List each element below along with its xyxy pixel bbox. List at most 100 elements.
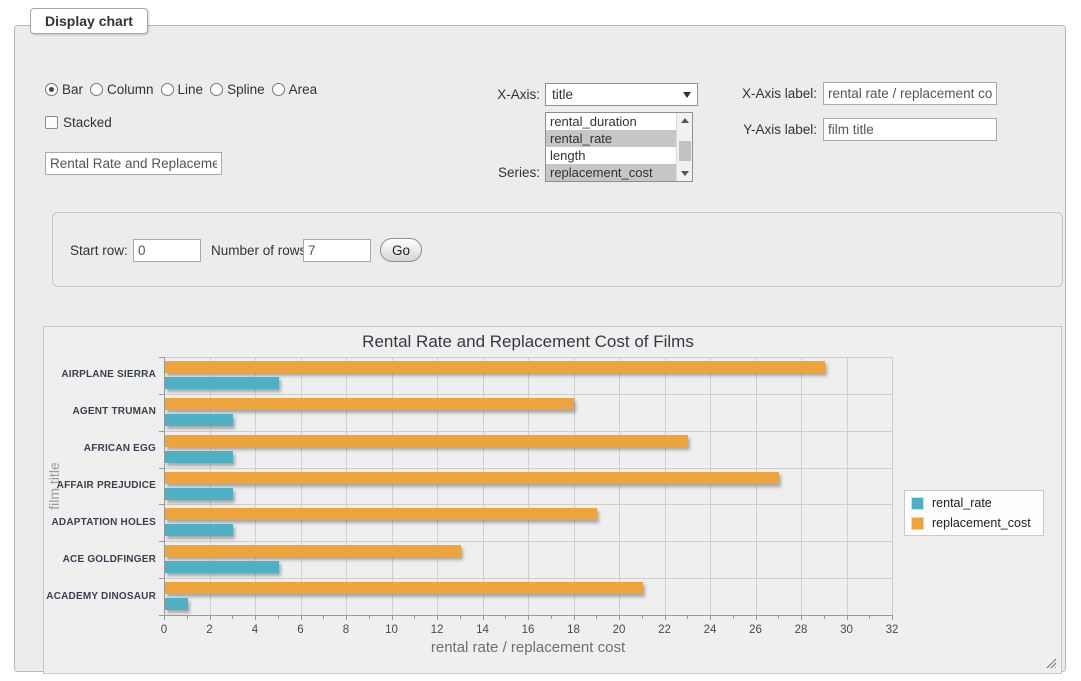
legend-label-rental-rate: rental_rate (932, 496, 992, 510)
bar-replacement-cost (165, 508, 597, 520)
category-label: AFRICAN EGG (44, 443, 156, 454)
gridline-vertical (210, 357, 211, 615)
bar-replacement-cost (165, 545, 461, 557)
x-axis-tick-label: 2 (195, 624, 225, 636)
series-listbox[interactable]: rental_durationrental_ratelengthreplacem… (545, 112, 693, 182)
x-axis-tick-label: 18 (559, 624, 589, 636)
legend-swatch-replacement-cost (911, 517, 924, 530)
stacked-checkbox[interactable] (45, 116, 58, 129)
chart-title: Rental Rate and Replacement Cost of Film… (164, 332, 892, 352)
y-axis-label-input[interactable] (823, 118, 997, 141)
legend-item-replacement-cost[interactable]: replacement_cost (911, 516, 1031, 530)
listbox-scrollbar[interactable] (676, 113, 692, 181)
chart-legend: rental_rate replacement_cost (904, 490, 1044, 536)
gridline-vertical (619, 357, 620, 615)
x-axis-tick-label: 30 (832, 624, 862, 636)
gridline-vertical (892, 357, 893, 615)
chevron-down-icon (683, 92, 691, 98)
x-axis-tick-label: 24 (695, 624, 725, 636)
x-axis-tick-label: 20 (604, 624, 634, 636)
stacked-row: Stacked (45, 115, 112, 130)
bar-replacement-cost (165, 582, 643, 594)
series-listbox-options: rental_durationrental_ratelengthreplacem… (546, 113, 676, 181)
number-of-rows-input[interactable] (303, 239, 371, 262)
rows-panel (52, 212, 1063, 287)
x-axis-selected-value: title (552, 87, 683, 102)
x-axis-label-label: X-Axis label: (725, 86, 817, 101)
x-axis-tick-label: 4 (240, 624, 270, 636)
chart-type-option-spline: Spline (210, 82, 265, 97)
gridline-vertical (392, 357, 393, 615)
series-option-replacement-cost[interactable]: replacement_cost (546, 164, 676, 181)
gridline-vertical (483, 357, 484, 615)
x-axis-tick-label: 26 (741, 624, 771, 636)
x-axis-tick-label: 14 (468, 624, 498, 636)
x-axis-line (164, 615, 892, 616)
series-option-rental-rate[interactable]: rental_rate (546, 130, 676, 147)
legend-swatch-rental-rate (911, 497, 924, 510)
legend-item-rental-rate[interactable]: rental_rate (911, 496, 1031, 510)
go-button[interactable]: Go (380, 238, 422, 262)
category-label: AFFAIR PREJUDICE (44, 480, 156, 491)
chart-x-axis-title: rental rate / replacement cost (164, 639, 892, 656)
bar-rental-rate (165, 377, 279, 389)
legend-label-replacement-cost: replacement_cost (932, 516, 1031, 530)
x-axis-tick-label: 0 (149, 624, 179, 636)
chart-type-option-column: Column (90, 82, 154, 97)
radio-label-area: Area (289, 82, 318, 97)
category-label: ACE GOLDFINGER (44, 554, 156, 565)
x-axis-tick-label: 22 (650, 624, 680, 636)
start-row-label: Start row: (70, 243, 128, 258)
chart-container: Rental Rate and Replacement Cost of Film… (43, 326, 1062, 674)
gridline-vertical (847, 357, 848, 615)
y-axis-line (164, 357, 165, 615)
gridline-vertical (574, 357, 575, 615)
radio-column[interactable] (90, 83, 103, 96)
x-axis-tick-label: 10 (377, 624, 407, 636)
radio-line[interactable] (161, 83, 174, 96)
chart-type-option-line: Line (161, 82, 204, 97)
chart-title-input[interactable] (45, 152, 222, 175)
x-axis-tick-label: 12 (422, 624, 452, 636)
y-axis-label-label: Y-Axis label: (725, 122, 817, 137)
radio-area[interactable] (272, 83, 285, 96)
gridline-vertical (301, 357, 302, 615)
scrollbar-thumb[interactable] (679, 141, 691, 161)
x-axis-tick (892, 615, 893, 620)
chart-type-option-bar: Bar (45, 82, 83, 97)
gridline-vertical (756, 357, 757, 615)
gridline-vertical (528, 357, 529, 615)
radio-spline[interactable] (210, 83, 223, 96)
bar-replacement-cost (165, 361, 825, 373)
bar-rental-rate (165, 414, 233, 426)
start-row-input[interactable] (133, 239, 201, 262)
x-axis-select[interactable]: title (545, 83, 698, 106)
bar-rental-rate (165, 598, 188, 610)
bar-replacement-cost (165, 435, 688, 447)
gridline-vertical (346, 357, 347, 615)
bar-rental-rate (165, 451, 233, 463)
gridline-vertical (437, 357, 438, 615)
bar-replacement-cost (165, 398, 574, 410)
x-axis-tick-label: 6 (286, 624, 316, 636)
series-option-rental-duration[interactable]: rental_duration (546, 113, 676, 130)
stacked-label: Stacked (63, 115, 112, 130)
bar-replacement-cost (165, 472, 779, 484)
bar-rental-rate (165, 524, 233, 536)
radio-label-column: Column (107, 82, 154, 97)
scroll-up-icon[interactable] (677, 113, 693, 128)
radio-bar[interactable] (45, 83, 58, 96)
display-chart-panel: BarColumnLineSplineArea Stacked X-Axis: … (14, 25, 1066, 672)
x-axis-label-input[interactable] (823, 82, 997, 105)
gridline-vertical (710, 357, 711, 615)
series-listbox-label: Series: (465, 165, 540, 180)
x-axis-select-label: X-Axis: (445, 87, 540, 102)
scroll-down-icon[interactable] (677, 166, 693, 181)
series-option-length[interactable]: length (546, 147, 676, 164)
radio-label-line: Line (178, 82, 204, 97)
radio-label-bar: Bar (62, 82, 83, 97)
bar-rental-rate (165, 488, 233, 500)
radio-label-spline: Spline (227, 82, 265, 97)
x-axis-tick-label: 8 (331, 624, 361, 636)
bar-rental-rate (165, 561, 279, 573)
